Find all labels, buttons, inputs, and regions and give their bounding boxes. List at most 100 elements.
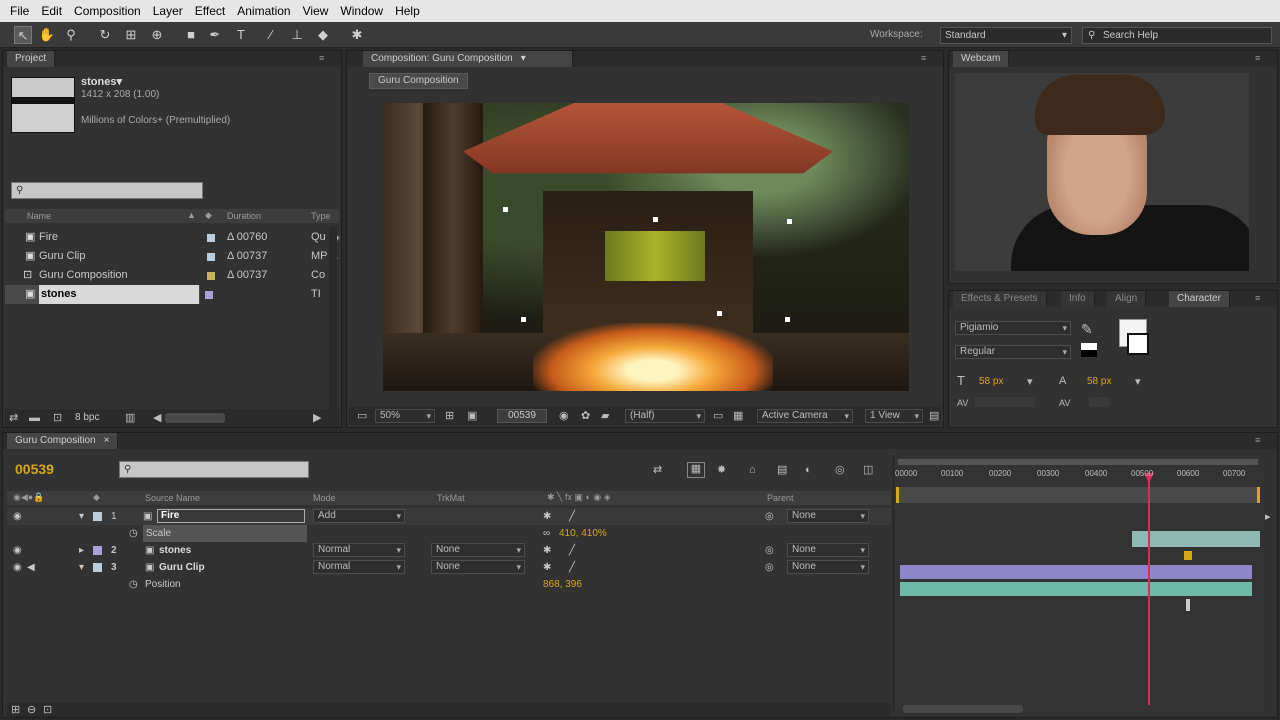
eraser-tool-icon[interactable]: ◆ — [314, 26, 332, 44]
menu-file[interactable]: File — [4, 4, 35, 18]
zoom-select[interactable]: 50% — [375, 409, 435, 423]
twirl-down-icon[interactable]: ▾ — [79, 559, 84, 576]
kerning-field[interactable] — [975, 397, 1035, 407]
track-matte-select[interactable]: None — [431, 543, 525, 557]
channel-icon[interactable]: ▰ — [601, 410, 609, 422]
layer-search-input[interactable]: ⚲ — [119, 461, 309, 478]
project-item-guru-clip[interactable]: ▣ Guru Clip Δ 00737 MP ▲ — [5, 247, 340, 266]
column-parent[interactable]: Parent — [767, 493, 794, 503]
expand-modes-icon[interactable]: ⊖ — [27, 704, 36, 716]
quality-switch-icon[interactable]: ╱ — [569, 559, 575, 576]
fire-layer-bar[interactable] — [1132, 531, 1260, 547]
stopwatch-icon[interactable]: ◷ — [129, 576, 138, 593]
horizontal-scrollbar[interactable] — [165, 413, 225, 423]
interpret-footage-icon[interactable]: ⇄ — [9, 412, 18, 424]
shy-switch-icon[interactable]: ✱ — [543, 508, 551, 525]
blend-mode-select[interactable]: Normal — [313, 560, 405, 574]
brainstorm-icon[interactable]: ◎ — [835, 464, 845, 476]
timeline-graph[interactable] — [893, 455, 1261, 711]
snapshot-icon[interactable]: ◉ — [559, 410, 569, 422]
text-tool-icon[interactable]: T — [232, 26, 250, 44]
position-keyframe-icon[interactable] — [1186, 599, 1190, 611]
stroke-color-swatch[interactable] — [1127, 333, 1149, 355]
frame-blending-icon[interactable]: ▤ — [777, 464, 787, 476]
eye-icon[interactable]: ◉ — [13, 542, 22, 559]
timeline-zoom-slider[interactable] — [903, 705, 1023, 713]
menu-effect[interactable]: Effect — [189, 4, 231, 18]
tab-character[interactable]: Character — [1169, 291, 1230, 307]
eye-icon[interactable]: ◉ — [13, 559, 22, 576]
quality-switch-icon[interactable]: ╱ — [569, 542, 575, 559]
pen-tool-icon[interactable]: ✒ — [206, 26, 224, 44]
parent-pickwhip-icon[interactable]: ◎ — [765, 508, 774, 525]
column-mode[interactable]: Mode — [313, 493, 336, 503]
parent-select[interactable]: None — [787, 560, 869, 574]
menu-edit[interactable]: Edit — [35, 4, 68, 18]
new-composition-icon[interactable]: ⊡ — [53, 412, 62, 424]
menu-animation[interactable]: Animation — [231, 4, 296, 18]
column-trkmat[interactable]: TrkMat — [437, 493, 465, 503]
stones-layer-bar[interactable] — [900, 565, 1252, 579]
tab-effects-presets[interactable]: Effects & Presets — [953, 291, 1047, 307]
layer-handle[interactable] — [785, 317, 790, 322]
property-row-scale[interactable]: ◷ Scale ∞ 410, 410% — [7, 525, 891, 542]
comp-mini-flowchart-icon[interactable]: ⇄ — [653, 464, 662, 476]
trash-icon[interactable]: ▥ — [125, 412, 135, 424]
puppet-tool-icon[interactable]: ✱ — [348, 26, 366, 44]
black-white-swatch[interactable] — [1081, 343, 1097, 357]
tab-project[interactable]: Project — [7, 51, 56, 67]
toggle-pixel-aspect-icon[interactable]: ▤ — [929, 410, 939, 422]
guru-clip-layer-bar[interactable] — [900, 582, 1252, 596]
bit-depth-label[interactable]: 8 bpc — [75, 412, 99, 423]
stopwatch-icon[interactable]: ◷ — [129, 525, 138, 542]
twirl-right-icon[interactable]: ▸ — [79, 542, 84, 559]
blend-mode-select[interactable]: Add — [313, 509, 405, 523]
audio-icon[interactable]: ◀ — [27, 559, 35, 576]
menu-help[interactable]: Help — [389, 4, 426, 18]
layer-row-guru-clip[interactable]: ◉ ◀ ▾ 3 ▣ Guru Clip Normal None ✱ ╱ ◎ No… — [7, 559, 891, 576]
search-help-input[interactable]: ⚲ Search Help — [1082, 27, 1272, 44]
time-ruler[interactable]: 00000 00100 00200 00300 00400 00500 0060… — [895, 469, 1259, 483]
chevron-down-icon[interactable]: ▾ — [1135, 376, 1141, 388]
shy-switch-icon[interactable]: ✱ — [543, 559, 551, 576]
tab-guru-composition[interactable]: Guru Composition × — [7, 433, 119, 449]
draft-3d-icon[interactable]: ✸ — [717, 464, 726, 476]
link-icon[interactable]: ∞ — [543, 525, 550, 542]
hide-shy-icon[interactable]: ⌂ — [749, 464, 756, 476]
layer-handle[interactable] — [717, 311, 722, 316]
column-source-name[interactable]: Source Name — [145, 493, 200, 503]
menu-view[interactable]: View — [297, 4, 335, 18]
tab-webcam[interactable]: Webcam — [953, 51, 1010, 67]
project-item-fire[interactable]: ▣ Fire Δ 00760 Qu ⁂ — [5, 228, 340, 247]
leading-value[interactable]: 58 px — [1087, 376, 1111, 387]
twirl-down-icon[interactable]: ▾ — [79, 508, 84, 525]
live-update-icon[interactable]: ▦ — [687, 462, 705, 478]
menu-layer[interactable]: Layer — [147, 4, 189, 18]
shy-switch-icon[interactable]: ✱ — [543, 542, 551, 559]
scale-value[interactable]: 410, 410% — [559, 525, 607, 542]
parent-pickwhip-icon[interactable]: ◎ — [765, 542, 774, 559]
grid-icon[interactable]: ⊞ — [445, 410, 454, 422]
region-of-interest-icon[interactable]: ▭ — [713, 410, 723, 422]
menu-window[interactable]: Window — [334, 4, 389, 18]
pan-behind-tool-icon[interactable]: ⊕ — [148, 26, 166, 44]
label-color-swatch[interactable] — [93, 546, 102, 555]
viewer-canvas[interactable] — [383, 103, 909, 391]
close-icon[interactable]: × — [104, 435, 110, 446]
layer-handle[interactable] — [503, 207, 508, 212]
selection-tool-icon[interactable]: ↖ — [14, 26, 32, 44]
project-item-guru-composition[interactable]: ⊡ Guru Composition Δ 00737 Co — [5, 266, 339, 285]
show-channel-icon[interactable]: ✿ — [581, 410, 590, 422]
layer-handle[interactable] — [521, 317, 526, 322]
panel-menu-icon[interactable]: ≡ — [1255, 436, 1269, 445]
time-navigator[interactable] — [898, 459, 1258, 465]
graph-editor-icon[interactable]: ◫ — [863, 464, 873, 476]
track-matte-select[interactable]: None — [431, 560, 525, 574]
menu-composition[interactable]: Composition — [68, 4, 147, 18]
composition-breadcrumb[interactable]: Guru Composition — [369, 73, 468, 89]
layer-handle[interactable] — [653, 217, 658, 222]
transparency-grid-icon[interactable]: ▦ — [733, 410, 743, 422]
clone-stamp-tool-icon[interactable]: ⊥ — [288, 26, 306, 44]
hand-tool-icon[interactable]: ✋ — [38, 26, 56, 44]
layer-name-edit[interactable]: Fire — [157, 509, 305, 523]
